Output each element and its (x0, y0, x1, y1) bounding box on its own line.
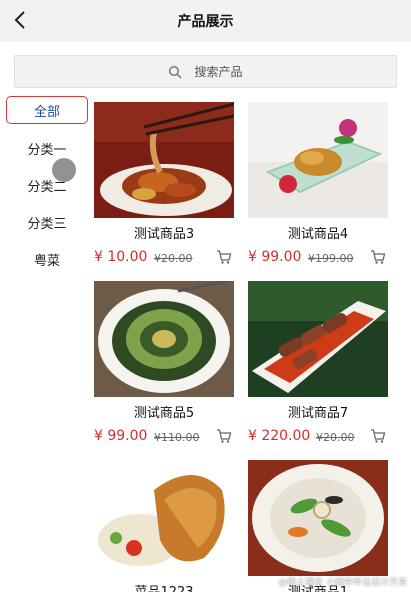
search-placeholder: 搜索产品 (194, 65, 243, 79)
product-price: ¥ 220.00 (248, 428, 311, 444)
product-name: 测试商品7 (287, 406, 349, 421)
price-row: ¥ 99.00 ¥110.00 (94, 427, 234, 447)
product-price: ¥ 99.00 (94, 428, 148, 444)
product-name: 测试商品4 (287, 227, 349, 242)
product-image (248, 460, 388, 576)
original-price: ¥110.00 (154, 431, 200, 444)
cart-icon[interactable] (216, 249, 232, 265)
watermark: @稀土掘金 小程序毕业设计开发 (278, 578, 407, 588)
top-bar: 产品展示 (0, 0, 411, 42)
product-card[interactable]: 测试商品5 ¥ 99.00 ¥110.00 (94, 281, 234, 451)
product-price: ¥ 10.00 (94, 249, 148, 265)
product-card[interactable]: 测试商品3 ¥ 10.00 ¥20.00 (94, 102, 234, 272)
product-card[interactable]: 测试商品1 (248, 460, 388, 592)
category-2[interactable]: 分类二 (6, 171, 88, 199)
product-image (94, 102, 234, 218)
page-title: 产品展示 (177, 14, 234, 30)
product-image (94, 460, 234, 576)
cart-icon[interactable] (370, 249, 386, 265)
product-card[interactable]: 测试商品7 ¥ 220.00 ¥20.00 (248, 281, 388, 451)
product-image (248, 102, 388, 218)
search-bar[interactable]: 搜索产品 (14, 55, 397, 88)
product-name: 测试商品5 (133, 406, 195, 421)
price-row: ¥ 99.00 ¥199.00 (248, 248, 388, 268)
product-image (248, 281, 388, 397)
category-cantonese[interactable]: 粤菜 (6, 245, 88, 273)
product-name: 菜品1223 (94, 581, 234, 592)
original-price: ¥20.00 (154, 252, 193, 265)
original-price: ¥20.00 (316, 431, 355, 444)
cart-icon[interactable] (370, 428, 386, 444)
price-row: ¥ 220.00 ¥20.00 (248, 427, 388, 447)
category-3[interactable]: 分类三 (6, 208, 88, 236)
cart-icon[interactable] (216, 428, 232, 444)
search-icon (169, 65, 183, 79)
touch-indicator (52, 158, 76, 182)
product-card[interactable]: 菜品1223 (94, 460, 234, 592)
product-name: 测试商品3 (133, 227, 195, 242)
product-image (94, 281, 234, 397)
product-card[interactable]: 测试商品4 ¥ 99.00 ¥199.00 (248, 102, 388, 272)
original-price: ¥199.00 (308, 252, 354, 265)
price-row: ¥ 10.00 ¥20.00 (94, 248, 234, 268)
category-1[interactable]: 分类一 (6, 134, 88, 162)
category-all[interactable]: 全部 (6, 96, 88, 124)
product-price: ¥ 99.00 (248, 249, 302, 265)
